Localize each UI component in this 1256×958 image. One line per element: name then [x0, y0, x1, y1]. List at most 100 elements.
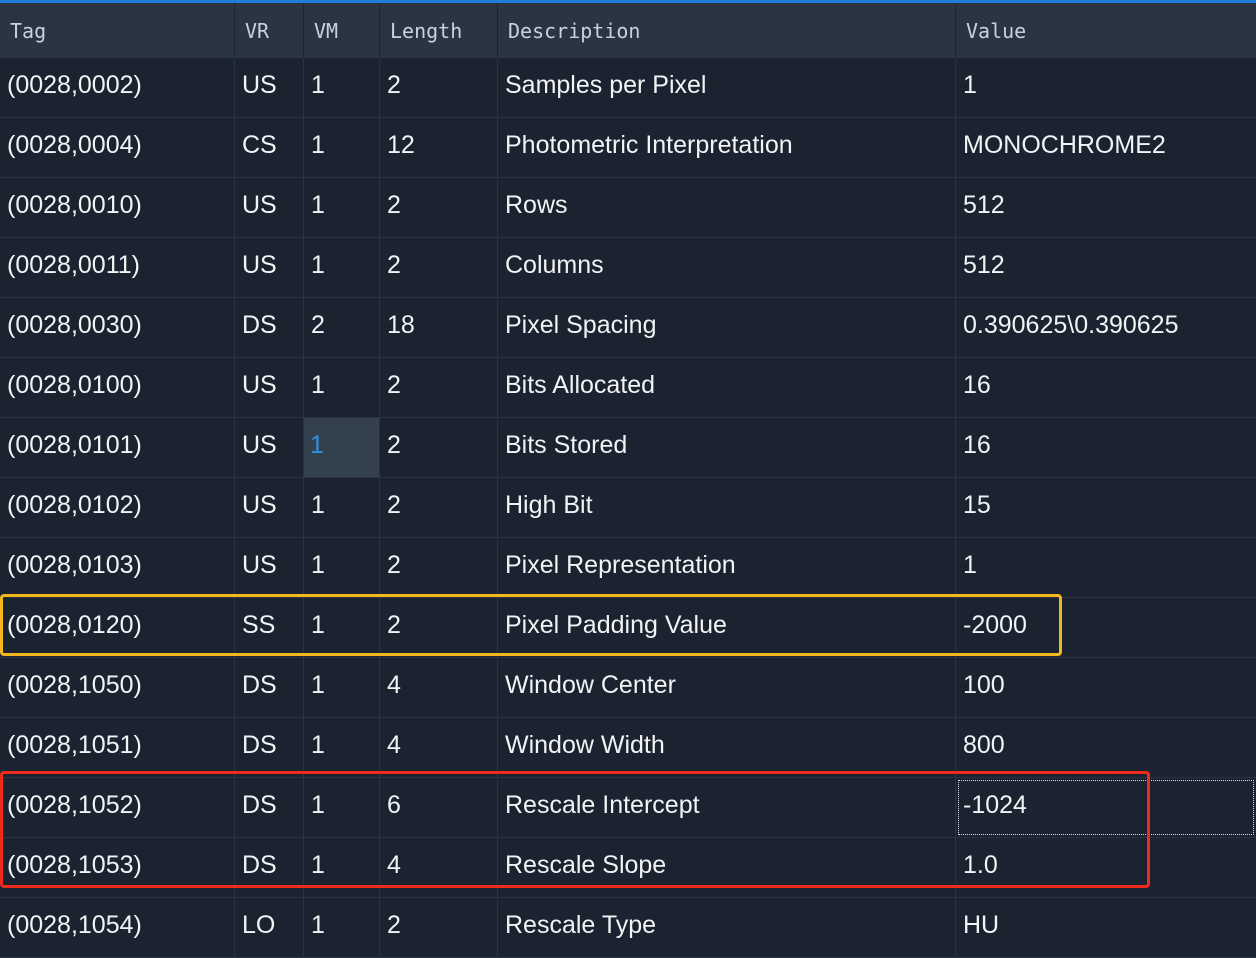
cell-vm[interactable]: 1 [304, 898, 380, 957]
cell-description[interactable]: Bits Allocated [498, 358, 956, 417]
cell-tag[interactable]: (0028,0002) [0, 58, 235, 117]
cell-length[interactable]: 2 [380, 58, 498, 117]
cell-vr[interactable]: SS [235, 598, 304, 657]
cell-vm[interactable]: 1 [304, 58, 380, 117]
table-row[interactable]: (0028,1053) DS 1 4 Rescale Slope 1.0 [0, 838, 1256, 898]
table-row[interactable]: (0028,1050) DS 1 4 Window Center 100 [0, 658, 1256, 718]
cell-vm-selected[interactable]: 1 [304, 418, 380, 477]
column-header-vr[interactable]: VR [235, 3, 304, 58]
table-row[interactable]: (0028,0100) US 1 2 Bits Allocated 16 [0, 358, 1256, 418]
cell-length[interactable]: 4 [380, 718, 498, 777]
cell-length[interactable]: 2 [380, 238, 498, 297]
cell-value[interactable]: 16 [956, 358, 1256, 417]
cell-description[interactable]: Pixel Spacing [498, 298, 956, 357]
column-header-description[interactable]: Description [498, 3, 956, 58]
cell-length[interactable]: 4 [380, 838, 498, 897]
cell-vr[interactable]: DS [235, 778, 304, 837]
cell-vm[interactable]: 1 [304, 238, 380, 297]
cell-length[interactable]: 4 [380, 658, 498, 717]
table-row[interactable]: (0028,0002) US 1 2 Samples per Pixel 1 [0, 58, 1256, 118]
cell-tag[interactable]: (0028,0100) [0, 358, 235, 417]
cell-tag[interactable]: (0028,1052) [0, 778, 235, 837]
cell-vr[interactable]: US [235, 478, 304, 537]
cell-length[interactable]: 2 [380, 418, 498, 477]
cell-vm[interactable]: 1 [304, 478, 380, 537]
cell-length[interactable]: 2 [380, 538, 498, 597]
column-header-value[interactable]: Value [956, 3, 1256, 58]
cell-value[interactable]: 0.390625\0.390625 [956, 298, 1256, 357]
cell-vm[interactable]: 1 [304, 778, 380, 837]
cell-vr[interactable]: US [235, 58, 304, 117]
cell-vm[interactable]: 1 [304, 538, 380, 597]
cell-vr[interactable]: US [235, 538, 304, 597]
cell-description[interactable]: Window Center [498, 658, 956, 717]
cell-description[interactable]: Pixel Representation [498, 538, 956, 597]
cell-description[interactable]: Columns [498, 238, 956, 297]
table-row[interactable]: (0028,0011) US 1 2 Columns 512 [0, 238, 1256, 298]
cell-vm[interactable]: 1 [304, 598, 380, 657]
cell-length[interactable]: 2 [380, 478, 498, 537]
cell-value[interactable]: -2000 [956, 598, 1256, 657]
cell-vr[interactable]: US [235, 418, 304, 477]
cell-value[interactable]: MONOCHROME2 [956, 118, 1256, 177]
cell-vr[interactable]: US [235, 238, 304, 297]
column-header-length[interactable]: Length [380, 3, 498, 58]
cell-tag[interactable]: (0028,0101) [0, 418, 235, 477]
cell-vr[interactable]: CS [235, 118, 304, 177]
cell-length[interactable]: 12 [380, 118, 498, 177]
cell-tag[interactable]: (0028,0030) [0, 298, 235, 357]
cell-vm[interactable]: 1 [304, 178, 380, 237]
cell-description[interactable]: Bits Stored [498, 418, 956, 477]
cell-vr[interactable]: DS [235, 838, 304, 897]
table-row[interactable]: (0028,0120) SS 1 2 Pixel Padding Value -… [0, 598, 1256, 658]
cell-length[interactable]: 18 [380, 298, 498, 357]
cell-vm[interactable]: 2 [304, 298, 380, 357]
cell-description[interactable]: Rescale Type [498, 898, 956, 957]
column-header-tag[interactable]: Tag [0, 3, 235, 58]
cell-description[interactable]: High Bit [498, 478, 956, 537]
cell-description[interactable]: Window Width [498, 718, 956, 777]
table-row[interactable]: (0028,0101) US 1 2 Bits Stored 16 [0, 418, 1256, 478]
cell-length[interactable]: 2 [380, 178, 498, 237]
cell-tag[interactable]: (0028,0004) [0, 118, 235, 177]
cell-vm[interactable]: 1 [304, 118, 380, 177]
cell-value[interactable]: 16 [956, 418, 1256, 477]
cell-value-focused[interactable]: -1024 [956, 778, 1256, 837]
cell-tag[interactable]: (0028,0102) [0, 478, 235, 537]
cell-value[interactable]: HU [956, 898, 1256, 957]
cell-description[interactable]: Rows [498, 178, 956, 237]
cell-value[interactable]: 512 [956, 238, 1256, 297]
column-header-vm[interactable]: VM [304, 3, 380, 58]
cell-vr[interactable]: DS [235, 298, 304, 357]
table-row[interactable]: (0028,0004) CS 1 12 Photometric Interpre… [0, 118, 1256, 178]
cell-description[interactable]: Pixel Padding Value [498, 598, 956, 657]
cell-description[interactable]: Rescale Slope [498, 838, 956, 897]
table-row[interactable]: (0028,1051) DS 1 4 Window Width 800 [0, 718, 1256, 778]
cell-tag[interactable]: (0028,0010) [0, 178, 235, 237]
cell-description[interactable]: Samples per Pixel [498, 58, 956, 117]
table-row[interactable]: (0028,0010) US 1 2 Rows 512 [0, 178, 1256, 238]
table-row[interactable]: (0028,1054) LO 1 2 Rescale Type HU [0, 898, 1256, 958]
cell-tag[interactable]: (0028,1051) [0, 718, 235, 777]
cell-vr[interactable]: LO [235, 898, 304, 957]
cell-length[interactable]: 2 [380, 898, 498, 957]
cell-vr[interactable]: DS [235, 658, 304, 717]
cell-value[interactable]: 100 [956, 658, 1256, 717]
cell-tag[interactable]: (0028,1054) [0, 898, 235, 957]
table-row[interactable]: (0028,1052) DS 1 6 Rescale Intercept -10… [0, 778, 1256, 838]
cell-tag[interactable]: (0028,1050) [0, 658, 235, 717]
table-row[interactable]: (0028,0102) US 1 2 High Bit 15 [0, 478, 1256, 538]
cell-description[interactable]: Rescale Intercept [498, 778, 956, 837]
cell-tag[interactable]: (0028,0120) [0, 598, 235, 657]
cell-vr[interactable]: US [235, 358, 304, 417]
cell-vm[interactable]: 1 [304, 658, 380, 717]
cell-value[interactable]: 1 [956, 538, 1256, 597]
cell-tag[interactable]: (0028,0103) [0, 538, 235, 597]
cell-value[interactable]: 15 [956, 478, 1256, 537]
cell-length[interactable]: 6 [380, 778, 498, 837]
cell-length[interactable]: 2 [380, 598, 498, 657]
cell-value[interactable]: 800 [956, 718, 1256, 777]
cell-tag[interactable]: (0028,1053) [0, 838, 235, 897]
cell-vm[interactable]: 1 [304, 358, 380, 417]
cell-value[interactable]: 1.0 [956, 838, 1256, 897]
